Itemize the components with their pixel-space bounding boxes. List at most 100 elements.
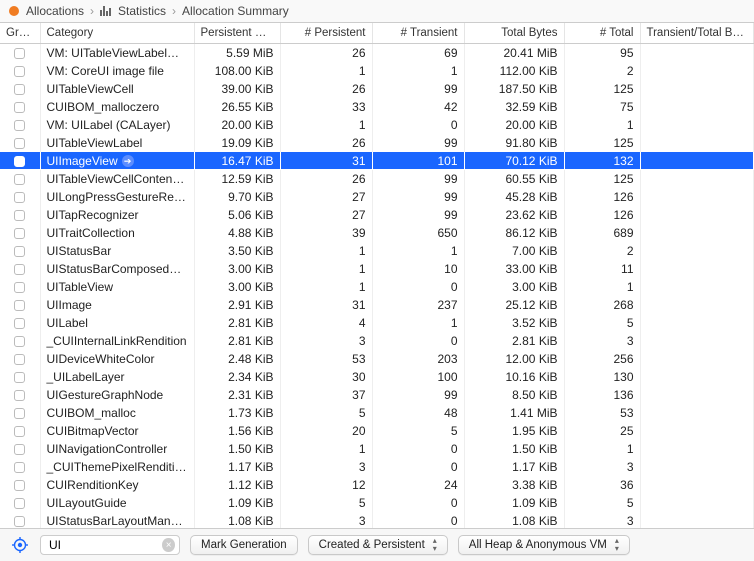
graph-cell — [0, 512, 40, 529]
graph-checkbox[interactable] — [14, 48, 25, 59]
graph-checkbox[interactable] — [14, 192, 25, 203]
graph-checkbox[interactable] — [14, 66, 25, 77]
graph-checkbox[interactable] — [14, 228, 25, 239]
allocation-table-wrap[interactable]: Graph Category Persistent B…⌄ # Persiste… — [0, 23, 754, 528]
graph-cell — [0, 386, 40, 404]
focus-arrow-icon[interactable]: ➔ — [122, 155, 134, 167]
transient-total-cell — [640, 332, 754, 350]
col-n-transient[interactable]: # Transient — [372, 23, 464, 44]
graph-checkbox[interactable] — [14, 120, 25, 131]
table-row[interactable]: VM: CoreUI image file108.00 KiB11112.00 … — [0, 62, 754, 80]
n-persistent-cell: 53 — [280, 350, 372, 368]
graph-checkbox[interactable] — [14, 462, 25, 473]
total-bytes-cell: 1.09 KiB — [464, 494, 564, 512]
graph-checkbox[interactable] — [14, 282, 25, 293]
graph-checkbox[interactable] — [14, 444, 25, 455]
graph-checkbox[interactable] — [14, 498, 25, 509]
table-row[interactable]: UILongPressGestureRec…9.70 KiB279945.28 … — [0, 188, 754, 206]
filter-scope-button[interactable] — [10, 535, 30, 555]
graph-checkbox[interactable] — [14, 156, 25, 167]
category-label: UIImage — [47, 298, 92, 312]
graph-cell — [0, 260, 40, 278]
table-row[interactable]: CUIRenditionKey1.12 KiB12243.38 KiB36 — [0, 476, 754, 494]
n-persistent-cell: 33 — [280, 98, 372, 116]
graph-checkbox[interactable] — [14, 102, 25, 113]
table-row[interactable]: UIGestureGraphNode2.31 KiB37998.50 KiB13… — [0, 386, 754, 404]
graph-checkbox[interactable] — [14, 426, 25, 437]
clear-search-icon[interactable]: × — [162, 538, 175, 552]
focus-arrow-icon[interactable]: ➔ — [183, 47, 194, 59]
table-row[interactable]: CUIBOM_malloczero26.55 KiB334232.59 KiB7… — [0, 98, 754, 116]
table-row[interactable]: UINavigationController1.50 KiB101.50 KiB… — [0, 440, 754, 458]
col-transient-total[interactable]: Transient/Total Bytes — [640, 23, 754, 44]
breadcrumb-item-2[interactable]: Statistics — [118, 4, 166, 18]
category-cell: UIDeviceWhiteColor — [40, 350, 194, 368]
table-row[interactable]: _UILabelLayer2.34 KiB3010010.16 KiB130 — [0, 368, 754, 386]
col-category[interactable]: Category — [40, 23, 194, 44]
total-bytes-cell: 112.00 KiB — [464, 62, 564, 80]
col-n-total[interactable]: # Total — [564, 23, 640, 44]
search-input[interactable] — [45, 538, 162, 552]
graph-checkbox[interactable] — [14, 174, 25, 185]
table-row[interactable]: _CUIInternalLinkRendition2.81 KiB302.81 … — [0, 332, 754, 350]
graph-cell — [0, 440, 40, 458]
graph-checkbox[interactable] — [14, 408, 25, 419]
mark-generation-button[interactable]: Mark Generation — [190, 535, 298, 555]
graph-checkbox[interactable] — [14, 372, 25, 383]
n-persistent-cell: 31 — [280, 296, 372, 314]
n-persistent-cell: 30 — [280, 368, 372, 386]
graph-checkbox[interactable] — [14, 318, 25, 329]
graph-checkbox[interactable] — [14, 516, 25, 527]
graph-cell — [0, 314, 40, 332]
table-row[interactable]: UILabel2.81 KiB413.52 KiB5 — [0, 314, 754, 332]
table-row[interactable]: UITableView3.00 KiB103.00 KiB1 — [0, 278, 754, 296]
table-row[interactable]: CUIBitmapVector1.56 KiB2051.95 KiB25 — [0, 422, 754, 440]
table-row[interactable]: UITapRecognizer5.06 KiB279923.62 KiB126 — [0, 206, 754, 224]
category-cell: _CUIInternalLinkRendition — [40, 332, 194, 350]
breadcrumb-item-3[interactable]: Allocation Summary — [182, 4, 289, 18]
graph-checkbox[interactable] — [14, 300, 25, 311]
graph-checkbox[interactable] — [14, 138, 25, 149]
n-total-cell: 36 — [564, 476, 640, 494]
table-row[interactable]: _CUIThemePixelRendition1.17 KiB301.17 Ki… — [0, 458, 754, 476]
table-row[interactable]: VM: UILabel (CALayer)20.00 KiB1020.00 Ki… — [0, 116, 754, 134]
heap-select[interactable]: All Heap & Anonymous VM ▴▾ — [458, 535, 630, 555]
table-row[interactable]: UIStatusBarComposedD…3.00 KiB11033.00 Ki… — [0, 260, 754, 278]
graph-checkbox[interactable] — [14, 246, 25, 257]
graph-checkbox[interactable] — [14, 264, 25, 275]
table-row[interactable]: UITableViewCell39.00 KiB2699187.50 KiB12… — [0, 80, 754, 98]
graph-checkbox[interactable] — [14, 354, 25, 365]
table-row[interactable]: UITableViewLabel19.09 KiB269991.80 KiB12… — [0, 134, 754, 152]
graph-checkbox[interactable] — [14, 210, 25, 221]
table-row[interactable]: UIDeviceWhiteColor2.48 KiB5320312.00 KiB… — [0, 350, 754, 368]
col-total-bytes[interactable]: Total Bytes — [464, 23, 564, 44]
graph-cell — [0, 80, 40, 98]
table-row[interactable]: UIImageView➔16.47 KiB3110170.12 KiB132 — [0, 152, 754, 170]
col-persistent-bytes[interactable]: Persistent B…⌄ — [194, 23, 280, 44]
graph-checkbox[interactable] — [14, 480, 25, 491]
scope-select[interactable]: Created & Persistent ▴▾ — [308, 535, 448, 555]
table-row[interactable]: UILayoutGuide1.09 KiB501.09 KiB5 — [0, 494, 754, 512]
table-row[interactable]: CUIBOM_malloc1.73 KiB5481.41 MiB53 — [0, 404, 754, 422]
col-graph[interactable]: Graph — [0, 23, 40, 44]
n-transient-cell: 42 — [372, 98, 464, 116]
transient-total-cell — [640, 404, 754, 422]
table-row[interactable]: UITableViewCellContent…12.59 KiB269960.5… — [0, 170, 754, 188]
persistent-bytes-cell: 4.88 KiB — [194, 224, 280, 242]
search-field[interactable]: × — [40, 535, 180, 555]
n-transient-cell: 5 — [372, 422, 464, 440]
breadcrumb-item-1[interactable]: Allocations — [26, 4, 84, 18]
n-total-cell: 132 — [564, 152, 640, 170]
table-row[interactable]: VM: UITableViewLabel…➔5.59 MiB266920.41 … — [0, 44, 754, 62]
graph-checkbox[interactable] — [14, 84, 25, 95]
graph-checkbox[interactable] — [14, 390, 25, 401]
n-persistent-cell: 1 — [280, 260, 372, 278]
table-row[interactable]: UIImage2.91 KiB3123725.12 KiB268 — [0, 296, 754, 314]
table-row[interactable]: UIStatusBar3.50 KiB117.00 KiB2 — [0, 242, 754, 260]
table-row[interactable]: UITraitCollection4.88 KiB3965086.12 KiB6… — [0, 224, 754, 242]
graph-checkbox[interactable] — [14, 336, 25, 347]
transient-total-cell — [640, 116, 754, 134]
table-row[interactable]: UIStatusBarLayoutMana…1.08 KiB301.08 KiB… — [0, 512, 754, 529]
n-persistent-cell: 20 — [280, 422, 372, 440]
col-n-persistent[interactable]: # Persistent — [280, 23, 372, 44]
